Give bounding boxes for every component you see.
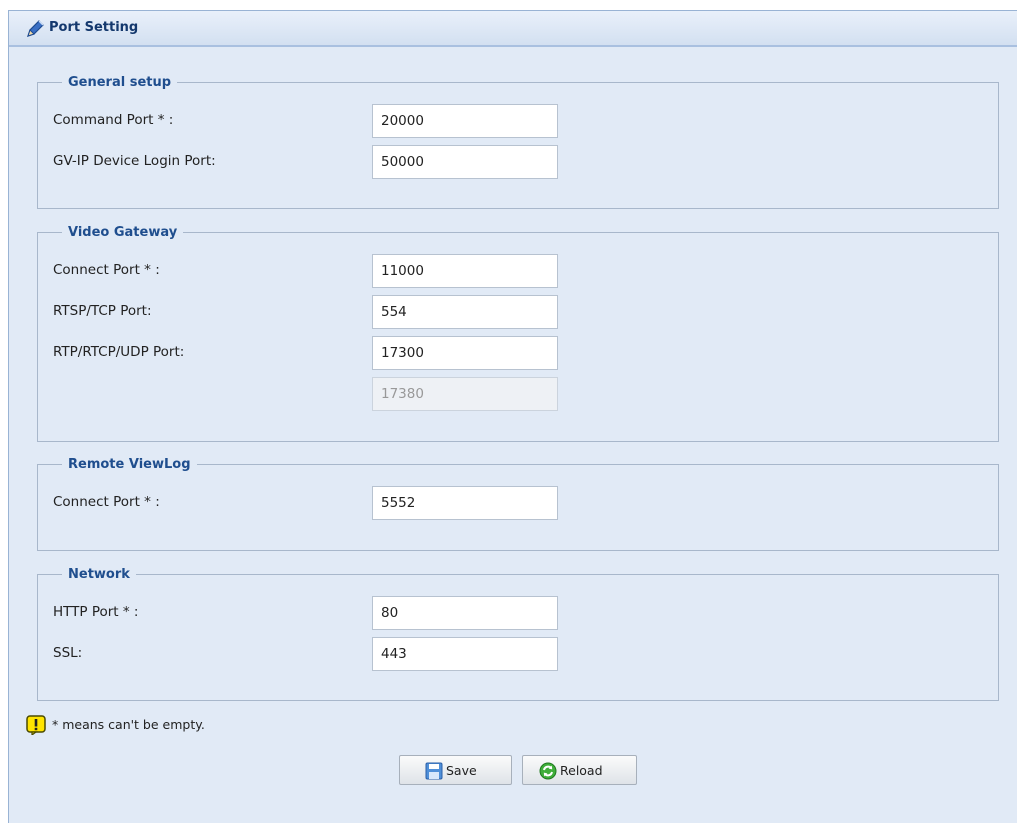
command-port-label: Command Port * :	[53, 112, 174, 128]
save-button[interactable]: Save	[399, 755, 512, 785]
rtsp-tcp-port-input[interactable]: 554	[372, 295, 558, 329]
floppy-disk-icon	[425, 762, 443, 780]
remote-viewlog-legend: Remote ViewLog	[68, 457, 191, 472]
rtp-udp-port-input[interactable]: 17300	[372, 336, 558, 370]
general-setup-legend: General setup	[68, 75, 172, 90]
save-button-label: Save	[446, 763, 477, 778]
refresh-icon	[539, 762, 557, 780]
video-connect-port-input[interactable]: 11000	[372, 254, 558, 288]
command-port-row: Command Port * : 20000	[53, 104, 993, 138]
video-gateway-section: Video Gateway Connect Port * : 11000 RTS…	[37, 225, 999, 442]
network-legend: Network	[68, 567, 130, 582]
rtp-udp-port-row: RTP/RTCP/UDP Port: 17300	[53, 336, 993, 370]
video-connect-port-row: Connect Port * : 11000	[53, 254, 993, 288]
panel-header: Port Setting	[9, 11, 1017, 47]
required-note-text: * means can't be empty.	[52, 717, 205, 732]
general-setup-section: General setup Command Port * : 20000 GV-…	[37, 75, 999, 209]
viewlog-connect-port-label: Connect Port * :	[53, 494, 160, 510]
ssl-port-label: SSL:	[53, 645, 83, 661]
http-port-label: HTTP Port * :	[53, 604, 139, 620]
viewlog-connect-port-row: Connect Port * : 5552	[53, 486, 993, 520]
rtsp-tcp-port-label: RTSP/TCP Port:	[53, 303, 152, 319]
rtp-udp-port-end-input: 17380	[372, 377, 558, 411]
reload-button-label: Reload	[560, 763, 603, 778]
login-port-input[interactable]: 50000	[372, 145, 558, 179]
command-port-input[interactable]: 20000	[372, 104, 558, 138]
video-gateway-legend: Video Gateway	[68, 225, 178, 240]
ssl-port-input[interactable]: 443	[372, 637, 558, 671]
ssl-port-row: SSL: 443	[53, 637, 993, 671]
pencil-icon	[27, 20, 44, 37]
login-port-row: GV-IP Device Login Port: 50000	[53, 145, 993, 179]
http-port-row: HTTP Port * : 80	[53, 596, 993, 630]
page-title: Port Setting	[49, 20, 139, 35]
warning-icon	[26, 715, 46, 735]
video-connect-port-label: Connect Port * :	[53, 262, 160, 278]
rtsp-tcp-port-row: RTSP/TCP Port: 554	[53, 295, 993, 329]
network-section: Network HTTP Port * : 80 SSL: 443	[37, 567, 999, 701]
remote-viewlog-section: Remote ViewLog Connect Port * : 5552	[37, 457, 999, 551]
login-port-label: GV-IP Device Login Port:	[53, 153, 216, 169]
rtp-udp-port-label: RTP/RTCP/UDP Port:	[53, 344, 185, 360]
port-setting-panel: Port Setting General setup Command Port …	[8, 10, 1017, 823]
http-port-input[interactable]: 80	[372, 596, 558, 630]
rtp-udp-port-end-row: 17380	[53, 377, 993, 411]
reload-button[interactable]: Reload	[522, 755, 637, 785]
viewlog-connect-port-input[interactable]: 5552	[372, 486, 558, 520]
